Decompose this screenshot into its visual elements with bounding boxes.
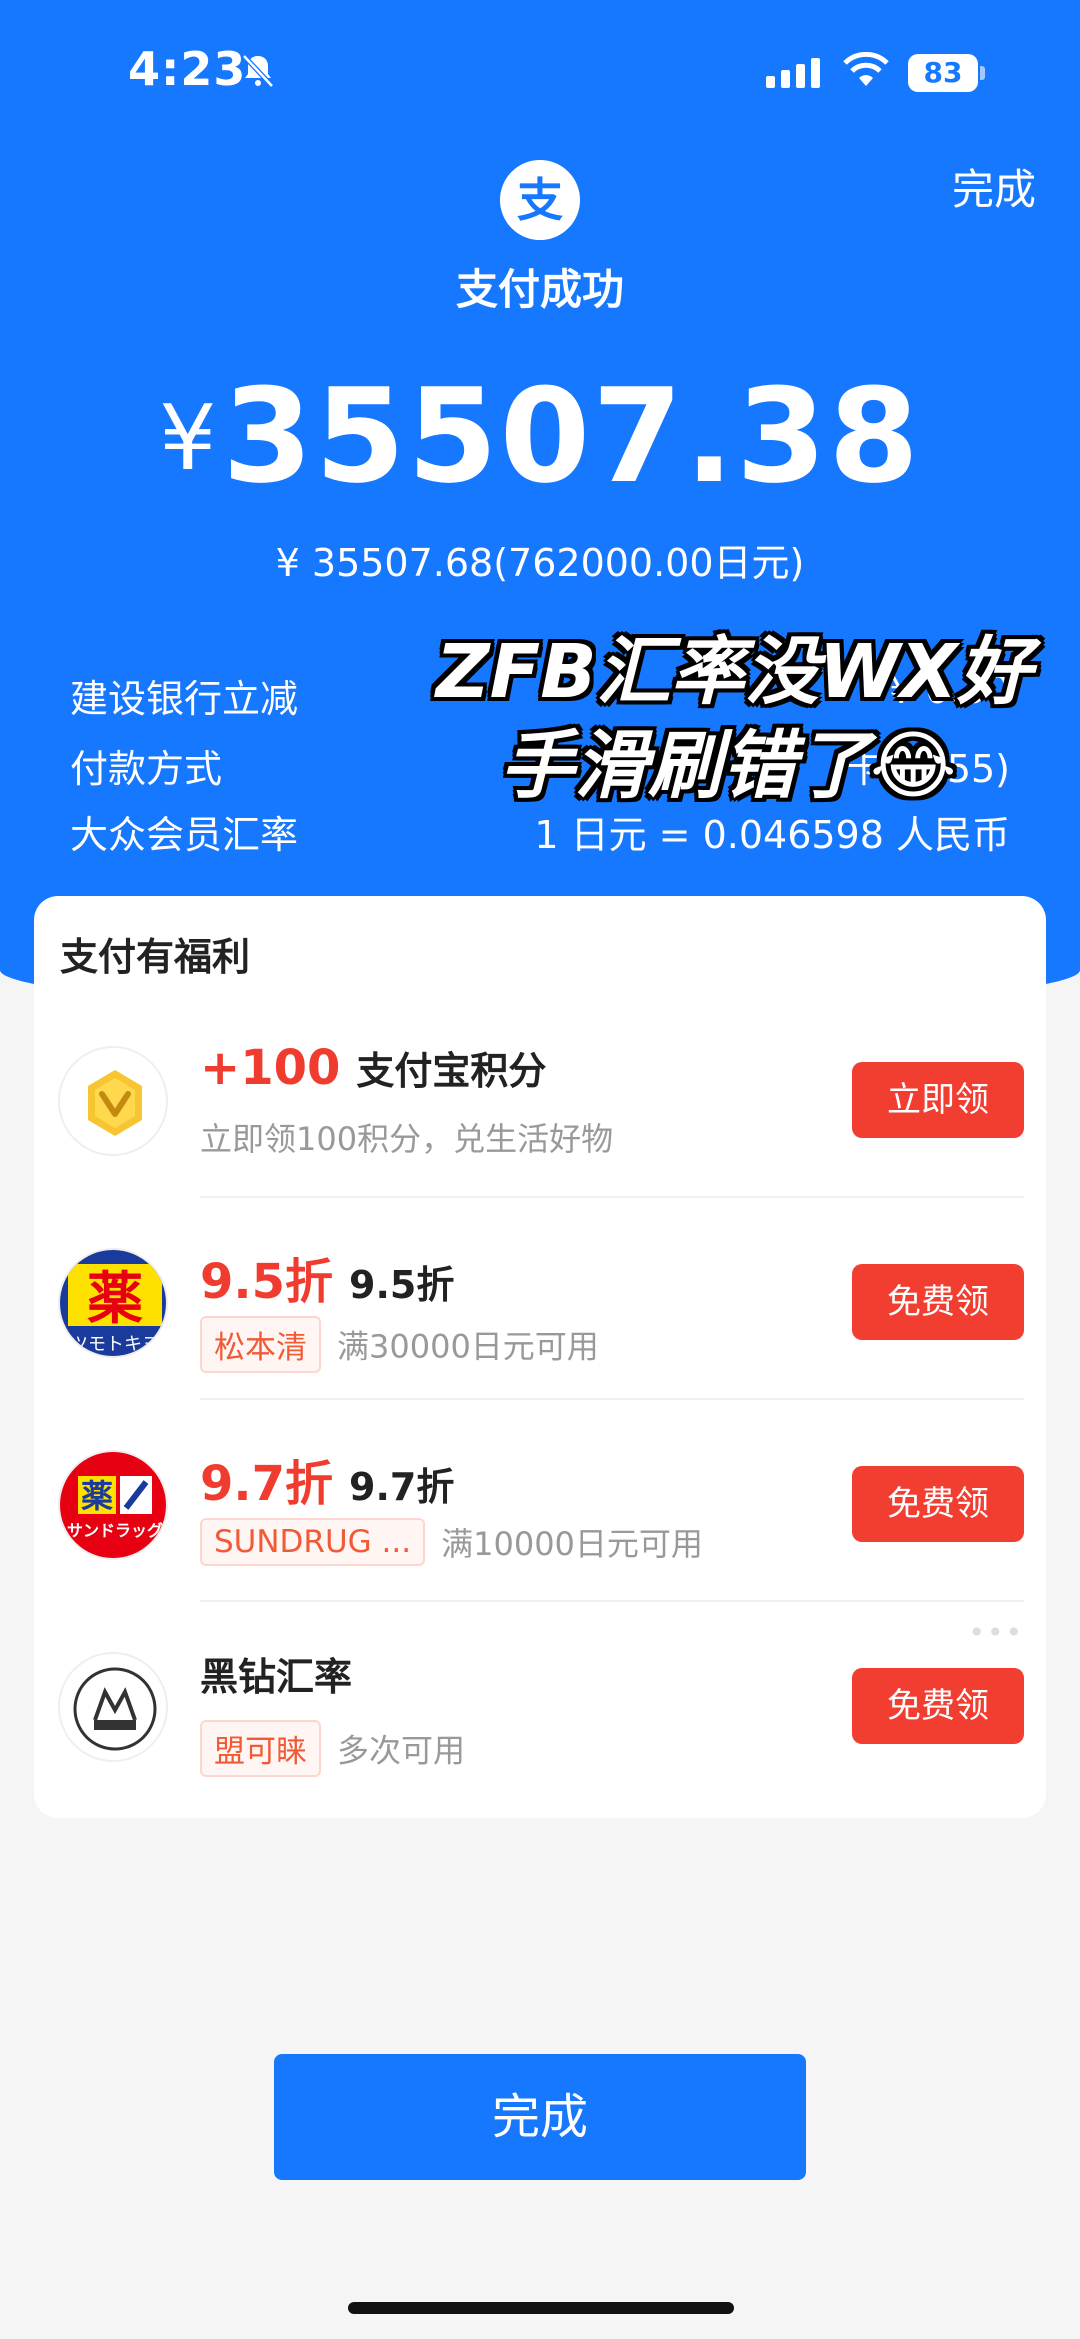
- benefit-title: 黑钻汇率: [200, 1655, 353, 1699]
- svg-text:サンドラッグ: サンドラッグ: [67, 1521, 163, 1540]
- battery-indicator: 83: [908, 54, 986, 92]
- benefit-description: 松本清 满30000日元可用: [200, 1316, 599, 1373]
- battery-level: 83: [908, 54, 978, 92]
- benefits-card: 支付有福利 +100 支付宝积分 立即领100积分，兑生活好物 立即领 薬 マツモ…: [34, 896, 1046, 1818]
- benefit-value: 9.7折: [200, 1456, 334, 1512]
- benefit-item-matsumoto: 薬 マツモトキヨシ 9.5折 9.5折 松本清满30000日元可用 免费领: [34, 1198, 1046, 1400]
- claim-points-button[interactable]: 立即领: [852, 1062, 1024, 1138]
- done-link-top[interactable]: 完成: [952, 156, 1036, 217]
- benefit-title: 支付宝积分: [356, 1049, 547, 1093]
- svg-text:薬: 薬: [81, 1477, 113, 1515]
- benefit-condition: 多次可用: [337, 1731, 466, 1770]
- benefit-item-points: +100 支付宝积分 立即领100积分，兑生活好物 立即领: [34, 996, 1046, 1198]
- benefit-value: 9.5折: [200, 1254, 334, 1310]
- benefit-description: 盟可睐 多次可用: [200, 1720, 465, 1777]
- svg-text:マツモトキヨシ: マツモトキヨシ: [60, 1334, 168, 1355]
- payment-success-title: 支付成功: [455, 265, 624, 314]
- moncler-logo: [58, 1652, 168, 1762]
- merchant-tag: SUNDRUG ...: [200, 1518, 426, 1566]
- benefit-title: 9.5折: [349, 1263, 455, 1307]
- claim-matsumoto-button[interactable]: 免费领: [852, 1264, 1024, 1340]
- status-time: 4:23: [128, 42, 247, 96]
- benefit-headline: 9.7折 9.7折: [200, 1444, 454, 1514]
- benefit-condition: 满30000日元可用: [337, 1327, 599, 1366]
- detail-label: 建设银行立减: [70, 677, 299, 721]
- benefit-headline: 黑钻汇率: [200, 1646, 352, 1701]
- benefit-description: 立即领100积分，兑生活好物: [200, 1120, 614, 1158]
- claim-sundrug-button[interactable]: 免费领: [852, 1466, 1024, 1542]
- benefits-card-title: 支付有福利: [60, 935, 251, 979]
- alipay-logo-icon: 支: [500, 160, 580, 240]
- benefit-value: +100: [200, 1040, 341, 1096]
- amount-value: 35507.38: [222, 360, 921, 512]
- benefit-description: SUNDRUG ... 满10000日元可用: [200, 1518, 703, 1566]
- done-button[interactable]: 完成: [274, 2054, 806, 2180]
- benefit-item-moncler: ••• 黑钻汇率 盟可睐 多次可用 免费领: [34, 1602, 1046, 1804]
- detail-label: 大众会员汇率: [70, 813, 299, 857]
- more-options-icon[interactable]: •••: [968, 1616, 1024, 1649]
- battery-cap: [980, 66, 985, 80]
- benefit-headline: 9.5折 9.5折: [200, 1242, 454, 1312]
- benefit-item-sundrug: 薬 サンドラッグ 9.7折 9.7折 SUNDRUG ... 满10000日元可用 …: [34, 1400, 1046, 1602]
- benefit-condition: 满10000日元可用: [441, 1525, 703, 1563]
- svg-text:薬: 薬: [87, 1267, 143, 1332]
- status-bar: 4:23 83: [0, 0, 1080, 140]
- svg-text:支: 支: [517, 173, 563, 227]
- payment-amount: ¥35507.38: [0, 360, 1080, 512]
- signal-icon: [766, 58, 820, 88]
- points-coin-icon: [58, 1046, 168, 1156]
- detail-label: 付款方式: [70, 747, 223, 791]
- wifi-icon: [843, 52, 889, 86]
- benefit-headline: +100 支付宝积分: [200, 1040, 546, 1096]
- caption-overlay-line1: ZFB汇率没WX好: [436, 629, 1032, 715]
- merchant-tag: 盟可睐: [200, 1720, 321, 1777]
- caption-overlay-line2: 手滑刷错了😂: [500, 723, 957, 809]
- matsumoto-kiyoshi-logo: 薬 マツモトキヨシ: [58, 1248, 168, 1358]
- bell-muted-icon: [242, 54, 274, 88]
- currency-symbol: ¥: [159, 386, 217, 491]
- merchant-tag: 松本清: [200, 1316, 321, 1373]
- claim-moncler-button[interactable]: 免费领: [852, 1668, 1024, 1744]
- benefit-title: 9.7折: [349, 1465, 455, 1509]
- original-amount: ¥ 35507.68(762000.00日元): [275, 541, 805, 585]
- sundrug-logo: 薬 サンドラッグ: [58, 1450, 168, 1560]
- home-indicator[interactable]: [348, 2302, 734, 2314]
